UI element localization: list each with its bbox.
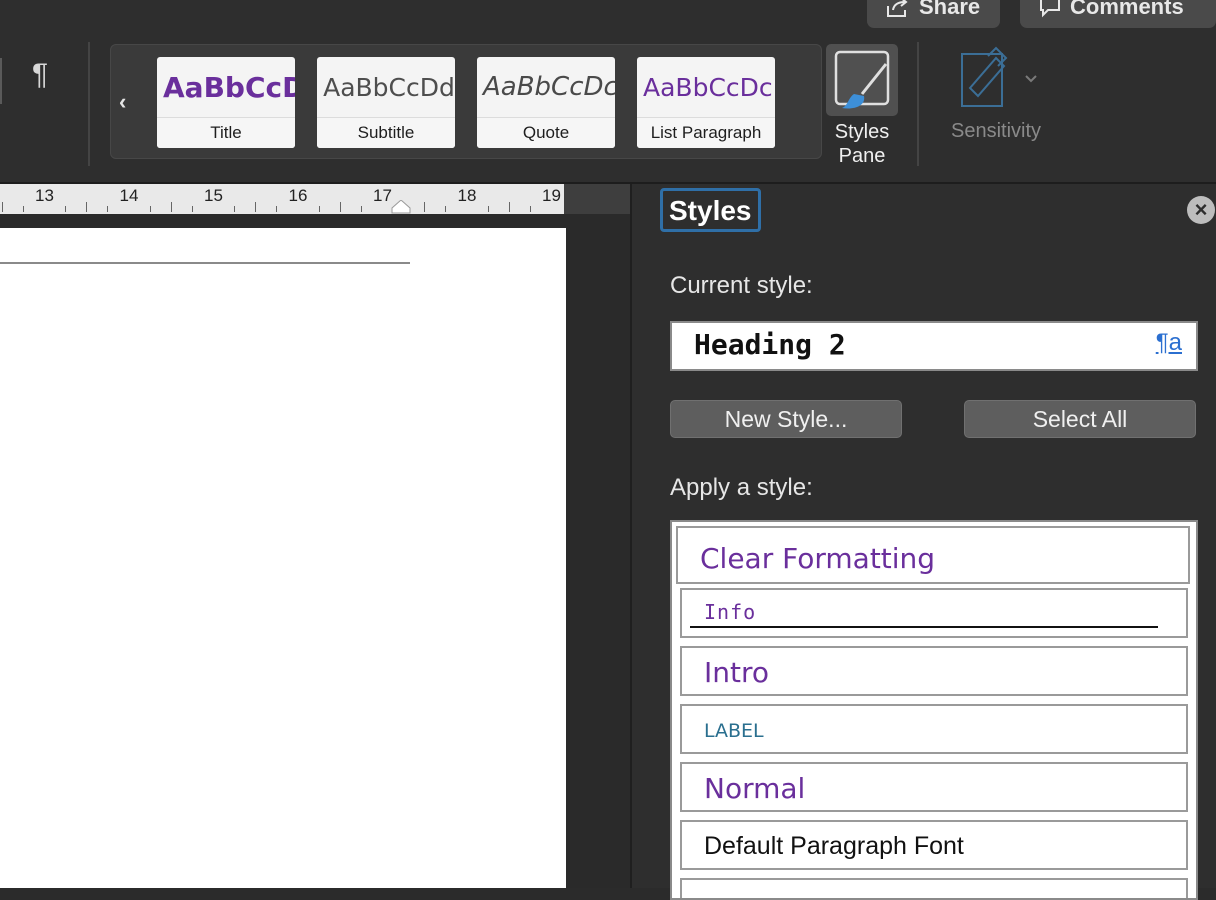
underline <box>690 626 1158 628</box>
ruler-tick <box>65 206 66 212</box>
styles-pane-button[interactable]: Styles Pane <box>824 44 900 168</box>
ruler-tick <box>255 202 256 212</box>
style-card-label: List Paragraph <box>637 117 775 148</box>
new-style-button[interactable]: New Style... <box>670 400 902 438</box>
sensitivity-icon <box>961 46 1037 107</box>
document-page[interactable] <box>0 228 566 888</box>
gallery-prev-button[interactable]: ‹ <box>119 89 126 115</box>
ruler-tick <box>509 202 510 212</box>
ruler-tick <box>445 206 446 212</box>
style-item-label: Clear Formatting <box>700 542 936 575</box>
styles-gallery: ‹ AaBbCcD Title AaBbCcDd Subtitle AaBbCc… <box>110 44 822 159</box>
style-item-label-style[interactable]: LABEL <box>680 704 1188 754</box>
style-item-normal[interactable]: Normal <box>680 762 1188 812</box>
ruler-tick <box>361 206 362 212</box>
style-list[interactable]: Clear Formatting Info Intro LABEL Normal… <box>670 520 1198 900</box>
current-style-label: Current style: <box>670 272 813 299</box>
style-item-label: LABEL <box>704 720 764 742</box>
sensitivity-button[interactable]: Sensitivity <box>940 44 1050 154</box>
style-preview: AaBbCcD <box>163 70 295 104</box>
comments-label: Comments <box>1070 0 1184 19</box>
ruler-tick <box>171 202 172 212</box>
styles-pane-icon <box>826 44 898 116</box>
style-item-clear-formatting[interactable]: Clear Formatting <box>676 526 1190 584</box>
style-preview: AaBbCcDc <box>643 72 773 102</box>
style-item-label: Info <box>704 600 757 624</box>
ruler-number: 16 <box>288 186 308 205</box>
ruler-tick <box>23 206 24 212</box>
style-item-default-paragraph-font[interactable]: Default Paragraph Font <box>680 820 1188 870</box>
ruler-tick <box>150 206 151 212</box>
horizontal-ruler[interactable]: 13 14 15 16 17 18 19 <box>0 184 564 214</box>
ruler-number: 14 <box>119 186 139 205</box>
close-icon[interactable]: × <box>1187 196 1215 224</box>
ruler-number: 17 <box>373 186 392 205</box>
ruler-tick <box>234 206 235 212</box>
share-label: Share <box>919 0 981 19</box>
current-style-value: Heading 2 <box>694 328 846 361</box>
styles-pane-label: Styles Pane <box>834 121 890 167</box>
style-card-label: Quote <box>477 117 615 148</box>
style-item[interactable] <box>680 878 1188 898</box>
ruler-number: 19 <box>542 186 561 205</box>
style-card-label: Title <box>157 117 295 148</box>
ribbon: Share Comments ¶ ‹ AaBbCcD Title AaBbCcD… <box>0 0 1216 182</box>
apply-style-label: Apply a style: <box>670 474 813 501</box>
ruler-tick <box>319 206 320 212</box>
ruler-margin <box>564 184 630 214</box>
ruler-tick <box>107 206 108 212</box>
style-preview: AaBbCcDd <box>323 72 455 102</box>
ruler-tick <box>2 202 3 212</box>
divider <box>88 42 90 166</box>
style-item-label: Normal <box>704 772 806 805</box>
share-icon <box>887 0 908 17</box>
current-style-field[interactable]: Heading 2 ¶a <box>670 321 1198 371</box>
ruler-number: 18 <box>457 186 477 205</box>
style-item-info[interactable]: Info <box>680 588 1188 638</box>
comment-icon <box>1040 0 1060 18</box>
ruler-number: 13 <box>35 186 54 205</box>
style-card-title[interactable]: AaBbCcD Title <box>157 57 295 148</box>
ruler-tick <box>488 206 489 212</box>
paragraph-style-icon: ¶a <box>1155 329 1182 356</box>
pane-title: Styles <box>660 188 761 232</box>
style-preview: AaBbCcDc <box>483 72 615 102</box>
share-button[interactable]: Share <box>867 0 1000 28</box>
style-card-label: Subtitle <box>317 117 455 148</box>
style-item-label: Default Paragraph Font <box>704 832 964 860</box>
style-card-subtitle[interactable]: AaBbCcDd Subtitle <box>317 57 455 148</box>
ruler-tick <box>86 202 87 212</box>
ruler-tick <box>530 206 531 212</box>
sensitivity-label: Sensitivity <box>950 120 1042 142</box>
ruler-tick <box>424 202 425 212</box>
style-item-intro[interactable]: Intro <box>680 646 1188 696</box>
styles-pane: Styles × Current style: Heading 2 ¶a New… <box>630 184 1216 900</box>
ruler-tick <box>340 202 341 212</box>
ruler-tick <box>192 206 193 212</box>
style-item-label: Intro <box>704 656 770 689</box>
ruler-tick <box>276 206 277 212</box>
select-all-button[interactable]: Select All <box>964 400 1196 438</box>
style-card-quote[interactable]: AaBbCcDc Quote <box>477 57 615 148</box>
style-card-list-paragraph[interactable]: AaBbCcDc List Paragraph <box>637 57 775 148</box>
horizontal-rule <box>0 262 410 264</box>
comments-button[interactable]: Comments <box>1020 0 1216 28</box>
divider <box>0 58 2 104</box>
show-formatting-marks-button[interactable]: ¶ <box>32 58 48 92</box>
ruler-number: 15 <box>204 186 223 205</box>
divider <box>917 42 919 166</box>
